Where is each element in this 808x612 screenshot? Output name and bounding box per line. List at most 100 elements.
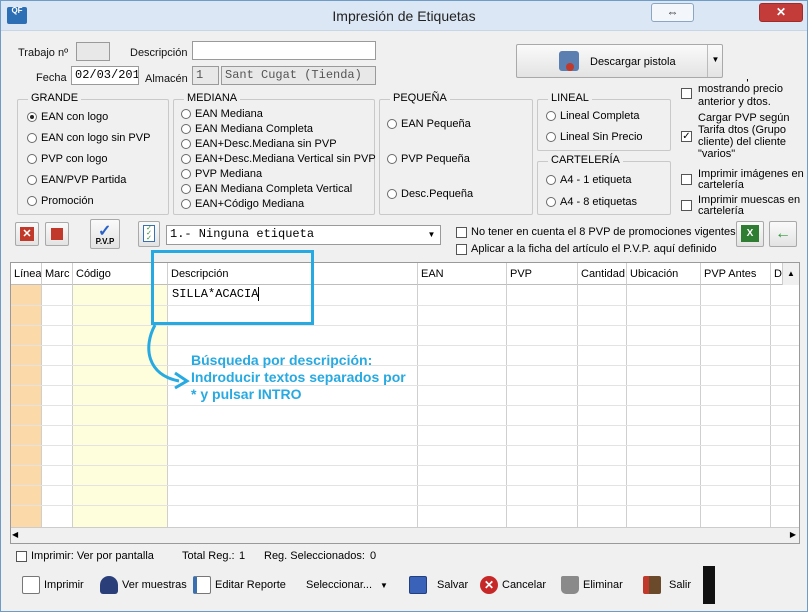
excel-icon: X — [741, 225, 759, 242]
radio-grande-0[interactable]: EAN con logo — [27, 111, 108, 123]
column-linea — [11, 285, 42, 527]
stop-icon — [51, 228, 63, 240]
total-reg-value: 1 — [239, 550, 246, 562]
scroll-right-arrow-icon[interactable]: ▶ — [790, 530, 796, 539]
annotation-text: Búsqueda por descripción: Indroducir tex… — [191, 352, 406, 402]
window: QF Impresión de Etiquetas ⇔ ✕ Trabajo nº… — [0, 0, 808, 612]
radio-mediana-3[interactable]: EAN+Desc.Mediana Vertical sin PVP — [181, 153, 376, 165]
close-button[interactable]: ✕ — [759, 3, 803, 22]
chevron-down-icon: ▼ — [380, 580, 388, 590]
almacen-name-field: Sant Cugat (Tienda) — [221, 66, 376, 85]
download-pistol-label: Descargar pistola — [590, 56, 676, 68]
radio-grande-3[interactable]: EAN/PVP Partida — [27, 174, 126, 186]
opt-cargar-pvp[interactable]: ✓ Cargar PVP según Tarifa dtos (Grupo cl… — [679, 112, 804, 162]
selected-reg-label: Reg. Seleccionados: — [264, 550, 365, 562]
cancelar-button[interactable]: ✕ Cancelar — [480, 574, 546, 596]
row-divider — [11, 445, 799, 446]
column-cantidad — [578, 285, 627, 527]
back-button[interactable]: ← — [769, 221, 797, 247]
radio-lineal-1[interactable]: Lineal Sin Precio — [546, 131, 643, 143]
restore-button[interactable]: ⇔ — [651, 3, 694, 22]
radio-lineal-0[interactable]: Lineal Completa — [546, 110, 640, 122]
exit-door-icon — [643, 576, 661, 594]
radio-grande-2[interactable]: PVP con logo — [27, 153, 107, 165]
radio-mediana-0[interactable]: EAN Mediana — [181, 108, 263, 120]
column-header-ubicacion[interactable]: Ubicación — [627, 263, 701, 285]
row-divider — [11, 305, 799, 306]
group-mediana-title: MEDIANA — [184, 92, 241, 104]
descripcion-field[interactable] — [192, 41, 376, 60]
column-header-pvp[interactable]: PVP — [507, 263, 578, 285]
radio-carteleria-1[interactable]: A4 - 8 etiquetas — [546, 196, 637, 208]
excel-export-button[interactable]: X — [736, 221, 764, 247]
checklist-button[interactable]: ✓ ✓ ✓ — [138, 221, 160, 247]
opt-imprimir-muescas[interactable]: Imprimir muescas en cartelería — [679, 195, 804, 219]
delete-row-button[interactable]: ✕ — [15, 222, 39, 246]
row-divider — [11, 485, 799, 486]
radio-mediana-2[interactable]: EAN+Desc.Mediana sin PVP — [181, 138, 337, 150]
group-pequena-title: PEQUEÑA — [390, 92, 450, 104]
fecha-field[interactable]: 02/03/2015 — [71, 66, 139, 85]
descripcion-label: Descripción — [130, 47, 188, 59]
stop-button[interactable] — [45, 222, 69, 246]
column-header-cantidad[interactable]: Cantidad — [578, 263, 627, 285]
editar-reporte-button[interactable]: Editar Reporte — [193, 574, 286, 596]
bottom-action-bar: Imprimir Ver muestras Editar Reporte Sel… — [10, 566, 715, 604]
labels-grid[interactable]: Línea Marc Código Descripción EAN PVP Ca… — [10, 262, 800, 544]
document-icon — [22, 576, 40, 594]
column-header-linea[interactable]: Línea — [11, 263, 42, 285]
trabajo-label: Trabajo nº — [18, 47, 69, 59]
label-type-select[interactable]: 1.- Ninguna etiqueta ▼ — [166, 225, 441, 245]
imprimir-button[interactable]: Imprimir — [22, 574, 84, 596]
check-no-promociones[interactable]: No tener en cuenta el 8 PVP de promocion… — [456, 226, 736, 238]
radio-pequena-1[interactable]: PVP Pequeña — [387, 153, 470, 165]
almacen-code-field[interactable]: 1 — [192, 66, 219, 85]
select-chevron-down-icon: ▼ — [427, 230, 436, 239]
column-header-ean[interactable]: EAN — [418, 263, 507, 285]
check-aplicar-ficha[interactable]: Aplicar a la ficha del artículo el P.V.P… — [456, 243, 717, 255]
check-ver-por-pantalla[interactable]: Imprimir: Ver por pantalla — [16, 550, 154, 562]
salir-button[interactable]: Salir — [643, 574, 691, 596]
row-divider — [11, 425, 799, 426]
column-header-pvp-antes[interactable]: PVP Antes — [701, 263, 771, 285]
radio-carteleria-0[interactable]: A4 - 1 etiqueta — [546, 174, 632, 186]
group-lineal-title: LINEAL — [548, 92, 592, 104]
scroll-left-arrow-icon[interactable]: ◀ — [12, 530, 18, 539]
row-divider — [11, 505, 799, 506]
opt-precio-anterior[interactable]: Utilizar impreso mostrando precio anteri… — [679, 79, 804, 111]
eliminar-button[interactable]: Eliminar — [561, 574, 623, 596]
trabajo-field[interactable] — [76, 42, 110, 61]
radio-grande-4[interactable]: Promoción — [27, 195, 94, 207]
download-pistol-button[interactable]: Descargar pistola ▼ — [516, 44, 723, 78]
seleccionar-dropdown[interactable]: Seleccionar... ▼ — [306, 574, 388, 596]
green-arrow-left-icon: ← — [775, 225, 791, 242]
row-divider — [11, 325, 799, 326]
column-marc — [42, 285, 73, 527]
radio-mediana-5[interactable]: EAN Mediana Completa Vertical — [181, 183, 352, 195]
pvp-button-label: P.V.P — [95, 237, 115, 246]
column-pvp-antes — [701, 285, 771, 527]
title-bar: QF Impresión de Etiquetas ⇔ ✕ — [1, 1, 807, 31]
selected-reg-value: 0 — [370, 550, 377, 562]
salvar-button[interactable]: Salvar — [409, 574, 468, 596]
pvp-button[interactable]: ✓ P.V.P — [90, 219, 120, 249]
radio-mediana-4[interactable]: PVP Mediana — [181, 168, 262, 180]
save-icon — [409, 576, 427, 594]
opt-imprimir-imagenes[interactable]: Imprimir imágenes en cartelería — [679, 169, 804, 193]
scroll-up-arrow-icon[interactable]: ▲ — [782, 263, 799, 285]
dropdown-arrow-icon[interactable]: ▼ — [707, 45, 723, 77]
column-pvp — [507, 285, 578, 527]
annotation-highlight-box — [151, 250, 314, 325]
radio-grande-1[interactable]: EAN con logo sin PVP — [27, 132, 150, 144]
radio-mediana-1[interactable]: EAN Mediana Completa — [181, 123, 313, 135]
ver-muestras-button[interactable]: Ver muestras — [100, 574, 187, 596]
radio-pequena-2[interactable]: Desc.Pequeña — [387, 188, 473, 200]
binoculars-icon — [100, 576, 118, 594]
red-x-icon: ✕ — [20, 227, 34, 241]
radio-mediana-6[interactable]: EAN+Código Mediana — [181, 198, 304, 210]
radio-pequena-0[interactable]: EAN Pequeña — [387, 118, 471, 130]
column-header-marc[interactable]: Marc — [42, 263, 73, 285]
horizontal-scrollbar[interactable]: ◀ ▶ — [11, 527, 799, 543]
group-carteleria-title: CARTELERÍA — [548, 154, 623, 166]
bar-end-handle — [703, 566, 715, 604]
